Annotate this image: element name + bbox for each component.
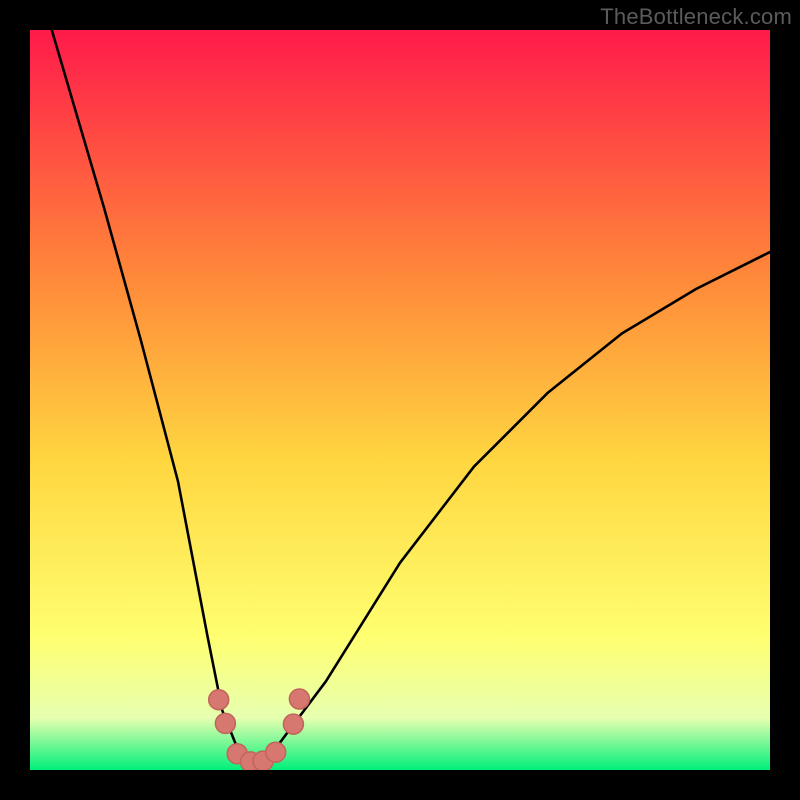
curve-layer	[30, 30, 770, 770]
marker-point	[283, 714, 303, 734]
attribution-text: TheBottleneck.com	[600, 4, 792, 30]
marker-point	[266, 742, 286, 762]
chart-frame: TheBottleneck.com	[0, 0, 800, 800]
marker-point	[289, 689, 309, 709]
marker-point	[209, 690, 229, 710]
plot-area	[30, 30, 770, 770]
marker-point	[215, 713, 235, 733]
bottleneck-curve	[30, 30, 770, 763]
curve-markers	[209, 689, 310, 770]
